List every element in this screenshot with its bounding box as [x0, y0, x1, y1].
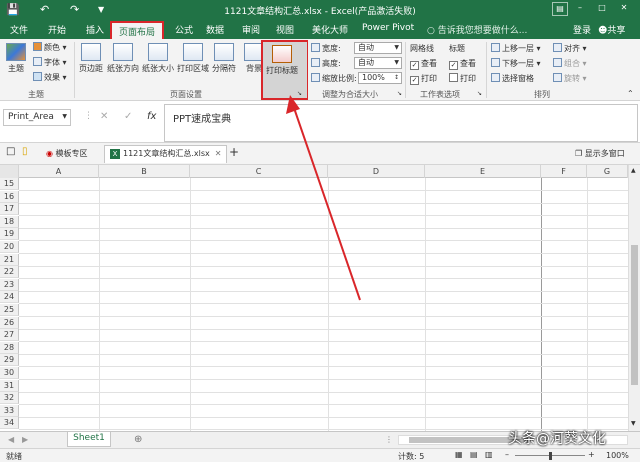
arrow-shaft [292, 104, 361, 301]
arrow-head [286, 95, 300, 114]
annotation-arrow [286, 95, 361, 301]
